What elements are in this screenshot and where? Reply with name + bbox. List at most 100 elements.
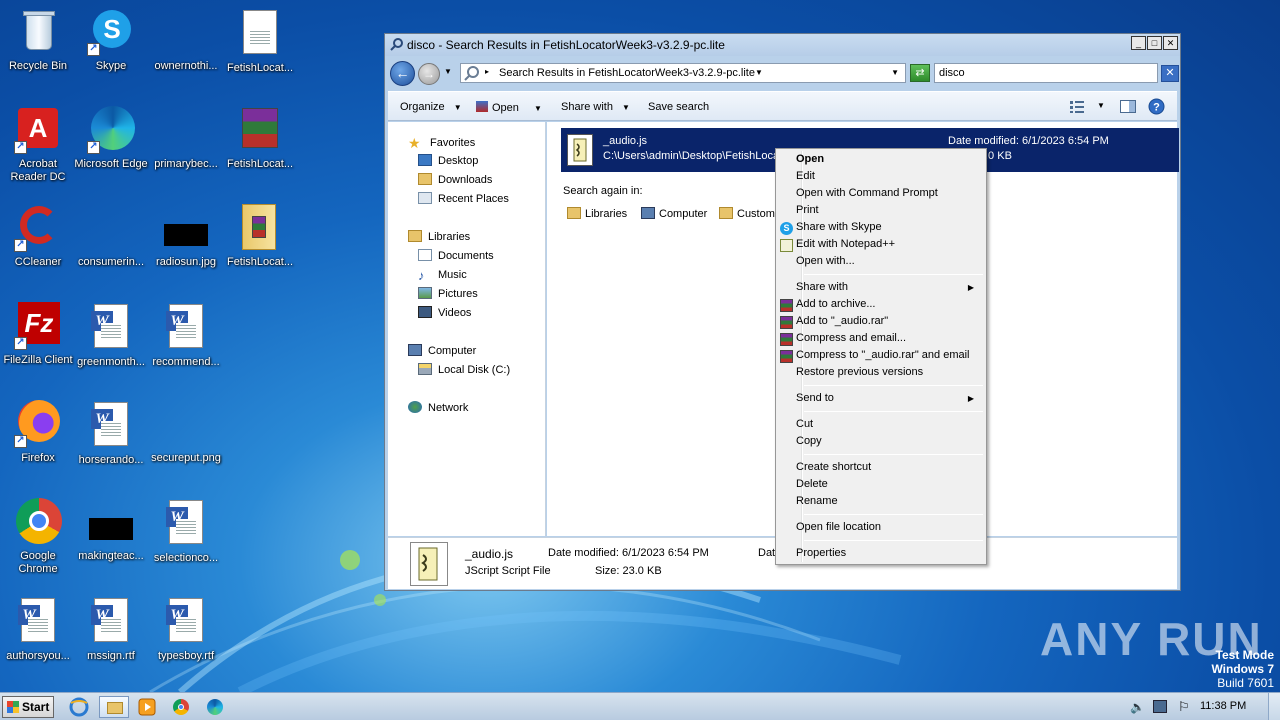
maximize-button[interactable]: □ (1147, 36, 1162, 50)
nav-libraries[interactable]: Libraries (408, 230, 470, 243)
menu-item-compress-to-rar-and-email[interactable]: Compress to "_audio.rar" and email (796, 347, 970, 364)
show-desktop-button[interactable] (1268, 693, 1280, 720)
media-player-taskbar-icon[interactable] (136, 697, 158, 717)
nav-computer[interactable]: Computer (408, 344, 476, 357)
desktop-icon-fetishlocator-rar[interactable]: FetishLocat... (222, 106, 298, 171)
start-button[interactable]: Start (2, 696, 54, 718)
menu-item-rename[interactable]: Rename (796, 493, 838, 510)
nav-pictures[interactable]: Pictures (418, 287, 478, 300)
menu-separator (804, 385, 983, 386)
menu-item-compress-and-email[interactable]: Compress and email... (796, 330, 906, 347)
menu-item-edit[interactable]: Edit (796, 168, 815, 185)
menu-item-open-with-command-prompt[interactable]: Open with Command Prompt (796, 185, 938, 202)
save-search-button[interactable]: Save search (648, 101, 709, 113)
desktop-icon-horserando[interactable]: W horserando... (73, 400, 149, 467)
clear-search-button[interactable]: ✕ (1161, 65, 1179, 82)
menu-item-restore-previous-versions[interactable]: Restore previous versions (796, 364, 923, 381)
desktop-icon-firefox[interactable]: ↗ Firefox (0, 400, 76, 465)
menu-item-share-with[interactable]: Share with ▶ (796, 279, 982, 296)
title-bar[interactable]: disco - Search Results in FetishLocatorW… (385, 34, 1180, 56)
desktop-icon-filezilla[interactable]: Fz ↗ FileZilla Client (0, 302, 76, 367)
desktop-icon-fetishlocator-txt[interactable]: FetishLocat... (222, 8, 298, 75)
desktop-icon-greenmonth[interactable]: W greenmonth... (73, 302, 149, 369)
desktop-icon-makingteac[interactable]: makingteac... (73, 498, 149, 563)
taskbar-clock[interactable]: 11:38 PM (1200, 700, 1246, 712)
menu-item-send-to[interactable]: Send to ▶ (796, 390, 982, 407)
desktop-icon-edge[interactable]: ↗ Microsoft Edge (73, 106, 149, 171)
menu-item-delete[interactable]: Delete (796, 476, 828, 493)
menu-item-open[interactable]: Open (796, 151, 824, 168)
nav-music-label: Music (438, 269, 467, 281)
share-with-button[interactable]: Share with ▼ (561, 101, 630, 113)
close-button[interactable]: ✕ (1163, 36, 1178, 50)
menu-item-properties[interactable]: Properties (796, 545, 846, 562)
open-button[interactable]: Open ▼ (476, 101, 542, 114)
action-center-flag-icon[interactable]: ⚐ (1178, 699, 1190, 715)
preview-pane-icon[interactable] (1120, 100, 1136, 116)
organize-button[interactable]: Organize ▼ (400, 101, 462, 113)
nav-local-disk[interactable]: Local Disk (C:) (418, 363, 510, 376)
nav-documents[interactable]: Documents (418, 249, 494, 262)
firefox-icon: ↗ (14, 400, 62, 448)
menu-item-cut[interactable]: Cut (796, 416, 813, 433)
help-icon[interactable]: ? (1148, 98, 1165, 118)
back-button[interactable]: ← (390, 61, 415, 86)
nav-videos[interactable]: Videos (418, 306, 471, 319)
network-status-icon[interactable] (1153, 700, 1167, 713)
search-again-custom[interactable]: Custom (719, 207, 775, 220)
libraries-icon (567, 207, 581, 219)
desktop-icon-primarybec[interactable]: primarybec... (148, 106, 224, 171)
forward-button[interactable]: → (418, 63, 440, 85)
search-icon (390, 37, 404, 54)
desktop-icon-acrobat[interactable]: A ↗ Acrobat Reader DC (0, 106, 76, 184)
desktop-icon-radiosun[interactable]: radiosun.jpg (148, 204, 224, 269)
desktop-icon-authorsyou[interactable]: W authorsyou... (0, 596, 76, 663)
explorer-taskbar-button[interactable] (99, 696, 129, 718)
desktop-icon-chrome[interactable]: Google Chrome (0, 498, 76, 576)
menu-item-create-shortcut[interactable]: Create shortcut (796, 459, 871, 476)
search-input[interactable]: disco (934, 63, 1158, 83)
nav-favorites[interactable]: ★ Favorites (408, 135, 475, 151)
edge-taskbar-icon[interactable] (204, 697, 226, 717)
desktop-icon-mssign[interactable]: W mssign.rtf (73, 596, 149, 663)
submenu-arrow-icon: ▶ (967, 283, 974, 292)
search-again-computer[interactable]: Computer (641, 207, 707, 220)
volume-icon[interactable]: 🔈 (1130, 700, 1145, 714)
chevron-down-icon[interactable]: ▼ (1097, 101, 1105, 110)
desktop-icon-secureput[interactable]: secureput.png (148, 400, 224, 465)
chrome-taskbar-icon[interactable] (170, 697, 192, 717)
menu-item-print[interactable]: Print (796, 202, 819, 219)
nav-network[interactable]: Network (408, 401, 468, 414)
menu-item-open-file-location[interactable]: Open file location (796, 519, 881, 536)
desktop-icon-consumerin[interactable]: consumerin... (73, 204, 149, 269)
breadcrumb[interactable]: Search Results in FetishLocatorWeek3-v3.… (499, 67, 755, 79)
desktop-icon-ownernothi[interactable]: ownernothi... (148, 8, 224, 73)
menu-item-add-to-archive[interactable]: Add to archive... (796, 296, 876, 313)
view-options-icon[interactable] (1070, 100, 1084, 116)
search-again-libraries[interactable]: Libraries (567, 207, 627, 220)
desktop-icon-recommend[interactable]: W recommend... (148, 302, 224, 369)
desktop-icon-recycle-bin[interactable]: Recycle Bin (0, 8, 76, 73)
acrobat-icon: A ↗ (14, 106, 62, 154)
desktop-icon-selectionco[interactable]: W selectionco... (148, 498, 224, 565)
menu-item-edit-with-notepad[interactable]: Edit with Notepad++ (796, 236, 895, 253)
recent-pages-dropdown[interactable]: ▼ (444, 67, 452, 76)
nav-recent-places[interactable]: Recent Places (418, 192, 509, 205)
menu-item-copy[interactable]: Copy (796, 433, 822, 450)
address-dropdown-button[interactable]: ▼ (891, 68, 899, 77)
desktop-icon-fetishlocator-folder[interactable]: FetishLocat... (222, 204, 298, 269)
chevron-down-icon[interactable]: ▼ (755, 68, 763, 77)
ie-taskbar-icon[interactable] (68, 697, 90, 717)
menu-item-open-with[interactable]: Open with... (796, 253, 855, 270)
menu-item-add-to-rar[interactable]: Add to "_audio.rar" (796, 313, 888, 330)
desktop-icon-ccleaner[interactable]: ↗ CCleaner (0, 204, 76, 269)
minimize-button[interactable]: _ (1131, 36, 1146, 50)
refresh-button[interactable]: ⇄ (910, 64, 930, 82)
nav-downloads[interactable]: Downloads (418, 173, 492, 186)
nav-desktop[interactable]: Desktop (418, 154, 478, 167)
menu-item-share-with-skype[interactable]: Share with Skype (796, 219, 882, 236)
address-bar[interactable]: ▸ Search Results in FetishLocatorWeek3-v… (460, 63, 906, 83)
desktop-icon-skype[interactable]: S ↗ Skype (73, 8, 149, 73)
desktop-icon-typesboy[interactable]: W typesboy.rtf (148, 596, 224, 663)
nav-music[interactable]: ♪ Music (418, 268, 467, 283)
